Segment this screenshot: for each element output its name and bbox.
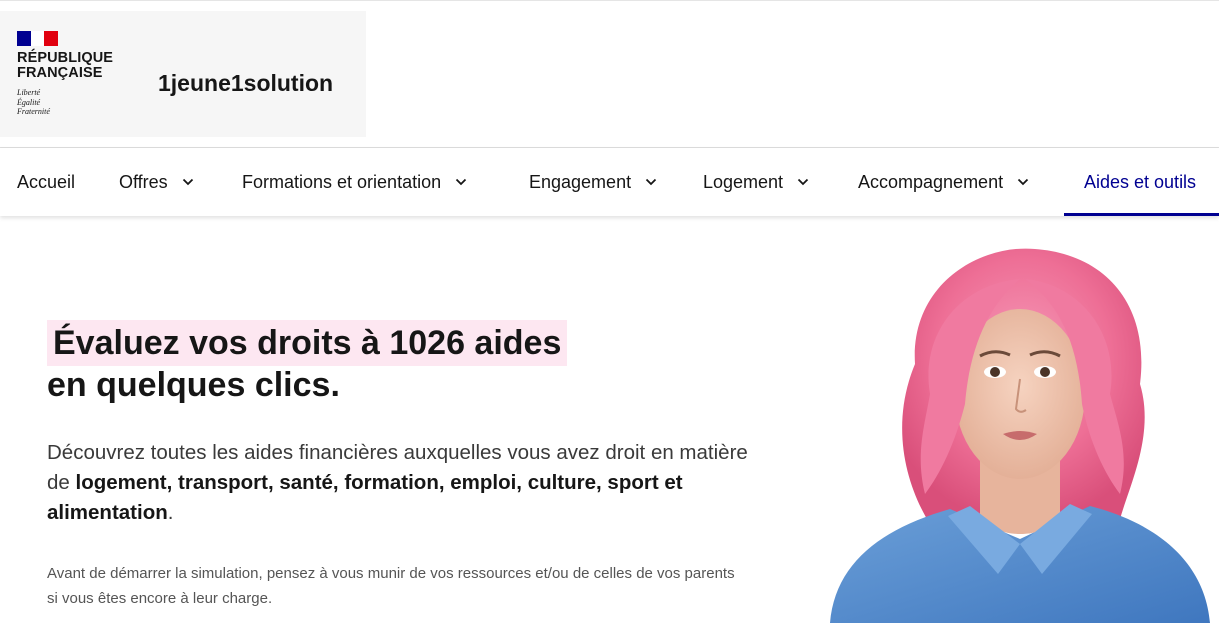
nav-item-label: Engagement bbox=[529, 171, 632, 192]
nav-item-label: Offres bbox=[119, 171, 168, 192]
republique-francaise-label: RÉPUBLIQUE FRANÇAISE bbox=[17, 50, 114, 81]
hero-lead-paragraph: Découvrez toutes les aides financières a… bbox=[47, 438, 767, 528]
chevron-down-icon bbox=[182, 178, 194, 186]
nav-item-label: Logement bbox=[703, 171, 784, 192]
nav-item-engagement[interactable]: Engagement bbox=[529, 148, 657, 216]
simulation-note: Avant de démarrer la simulation, pensez … bbox=[47, 565, 735, 607]
republic-motto: Liberté Égalité Fraternité bbox=[17, 88, 50, 116]
hero-title-highlight-text: Évaluez vos droits à 1026 aides bbox=[53, 323, 562, 362]
nav-item-accueil[interactable]: Accueil bbox=[17, 148, 75, 216]
chevron-down-icon bbox=[645, 178, 657, 186]
nav-item-aides-outils[interactable]: Aides et outils bbox=[1064, 148, 1219, 216]
marianne-flag-icon bbox=[17, 31, 58, 46]
top-border bbox=[0, 0, 1219, 1]
nav-item-accompagnement[interactable]: Accompagnement bbox=[858, 148, 1029, 216]
nav-item-logement[interactable]: Logement bbox=[703, 148, 809, 216]
chevron-down-icon bbox=[1017, 178, 1029, 186]
hero-portrait-image bbox=[820, 244, 1219, 623]
main-navigation: Accueil Offres Formations et orientation… bbox=[0, 148, 1219, 216]
nav-item-offres[interactable]: Offres bbox=[119, 148, 194, 216]
nav-item-label: Accompagnement bbox=[858, 171, 1004, 192]
nav-item-label: Aides et outils bbox=[1084, 171, 1197, 192]
hero-title-highlight: Évaluez vos droits à 1026 aides bbox=[47, 320, 568, 366]
nav-item-formations-orientation[interactable]: Formations et orientation bbox=[242, 148, 467, 216]
nav-item-label: Accueil bbox=[17, 171, 76, 192]
lead-text-end: . bbox=[167, 501, 174, 524]
hero-title-rest: en quelques clics. bbox=[47, 366, 340, 404]
lead-text-bold: logement, transport, santé, formation, e… bbox=[47, 471, 683, 524]
site-name: 1jeune1solution bbox=[158, 70, 334, 96]
chevron-down-icon bbox=[797, 178, 809, 186]
header-brand-link[interactable]: RÉPUBLIQUE FRANÇAISE Liberté Égalité Fra… bbox=[0, 11, 366, 137]
chevron-down-icon bbox=[455, 178, 467, 186]
nav-item-label: Formations et orientation bbox=[242, 171, 442, 192]
